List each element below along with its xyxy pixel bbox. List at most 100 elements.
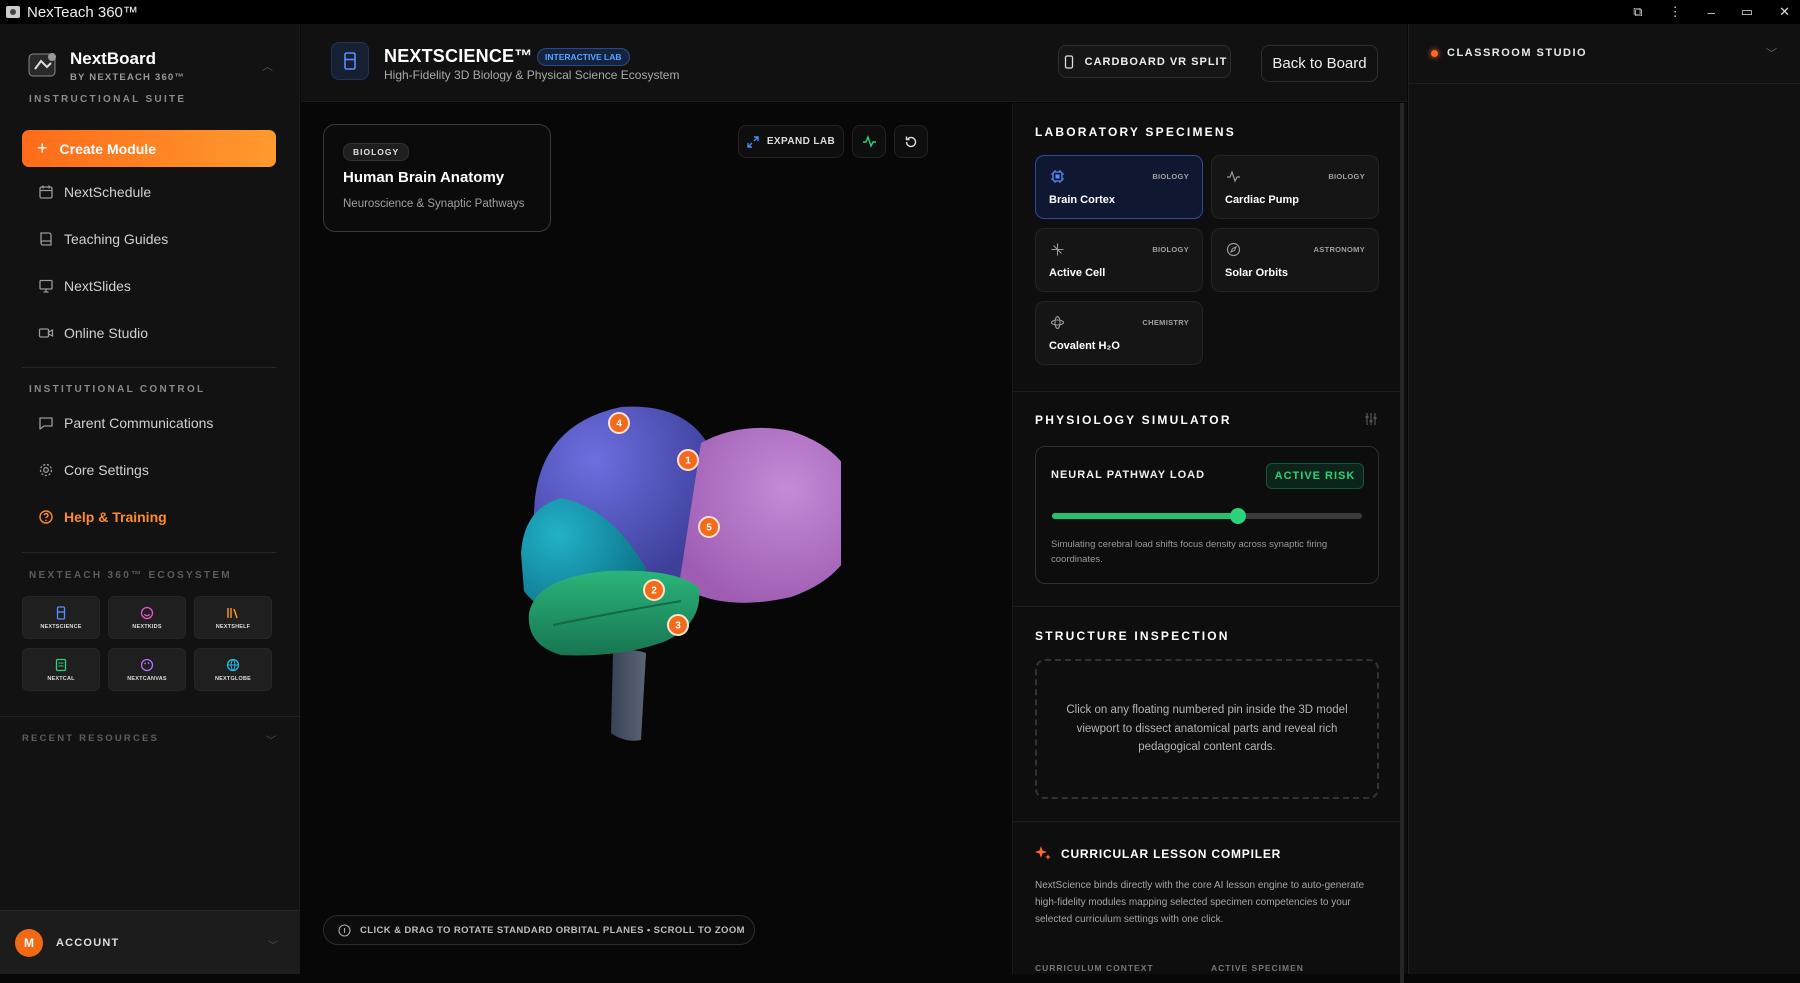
- minimize-icon[interactable]: –: [1708, 5, 1715, 20]
- ecosystem-tile-nextcal[interactable]: NEXTCAL: [22, 648, 100, 691]
- brainstem[interactable]: [611, 650, 646, 741]
- specimen-tile-cardiac-pump[interactable]: BIOLOGY Cardiac Pump: [1211, 155, 1379, 219]
- back-to-board-button[interactable]: Back to Board: [1261, 45, 1378, 82]
- anatomy-pin-4[interactable]: 4: [608, 412, 630, 434]
- status-badge: ACTIVE RISK: [1266, 463, 1364, 489]
- specimen-name: Human Brain Anatomy: [343, 169, 505, 186]
- expand-lab-label: EXPAND LAB: [766, 136, 836, 147]
- create-module-button[interactable]: + Create Module: [22, 130, 276, 167]
- anatomy-pin-3[interactable]: 3: [667, 614, 689, 636]
- ecosystem-tile-nextshelf[interactable]: NEXTSHELF: [194, 596, 272, 639]
- brand-subtitle: BY NEXTEACH 360™: [70, 72, 186, 83]
- specimen-panel: LABORATORY SPECIMENS BIOLOGY Brain Corte…: [1012, 103, 1407, 983]
- classroom-studio-header[interactable]: CLASSROOM STUDIO ﹀: [1409, 24, 1800, 84]
- ecosystem-label: NEXTSCIENCE: [40, 623, 82, 630]
- beaker-icon: [56, 605, 66, 620]
- chevron-down-icon[interactable]: ﹀: [266, 732, 276, 747]
- slider-thumb[interactable]: [1230, 508, 1246, 524]
- specimen-tile-brain-cortex[interactable]: BIOLOGY Brain Cortex: [1035, 155, 1203, 219]
- scrollbar[interactable]: [1400, 103, 1404, 983]
- sidebar-item-online-studio[interactable]: Online Studio: [38, 325, 148, 341]
- sidebar-item-nextslides[interactable]: NextSlides: [38, 278, 131, 294]
- ecosystem-tile-nextscience[interactable]: NEXTSCIENCE: [22, 596, 100, 639]
- curriculum-context-label: CURRICULUM CONTEXT: [1035, 963, 1154, 973]
- physio-description: Simulating cerebral load shifts focus de…: [1051, 539, 1328, 565]
- anatomy-pin-5[interactable]: 5: [698, 516, 720, 538]
- pin-number: 4: [616, 419, 622, 430]
- ecosystem-tile-nextglobe[interactable]: NEXTGLOBE: [194, 648, 272, 691]
- specimen-tile-active-cell[interactable]: BIOLOGY Active Cell: [1035, 228, 1203, 292]
- sidebar-item-parent-communications[interactable]: Parent Communications: [38, 415, 213, 431]
- classroom-studio-title: CLASSROOM STUDIO: [1447, 47, 1588, 59]
- cardboard-vr-button[interactable]: CARDBOARD VR SPLIT: [1058, 45, 1231, 78]
- specimen-tile-name: Active Cell: [1049, 267, 1106, 279]
- divider: [1013, 391, 1400, 392]
- specimen-tile-covalent-h2o[interactable]: CHEMISTRY Covalent H₂O: [1035, 301, 1203, 365]
- atom-icon: [1050, 315, 1065, 330]
- reset-view-button[interactable]: [894, 125, 928, 158]
- specimen-info-card: BIOLOGY Human Brain Anatomy Neuroscience…: [323, 124, 551, 232]
- window-title: NexTeach 360™: [27, 3, 138, 21]
- interactive-lab-badge: INTERACTIVE LAB: [537, 48, 630, 66]
- anatomy-pin-2[interactable]: 2: [643, 579, 665, 601]
- neural-load-slider[interactable]: [1052, 508, 1362, 524]
- active-specimen-label: ACTIVE SPECIMEN: [1211, 963, 1304, 973]
- close-icon[interactable]: ✕: [1779, 4, 1790, 20]
- sidebar-item-label: Online Studio: [64, 325, 149, 341]
- page-subtitle: High-Fidelity 3D Biology & Physical Scie…: [384, 68, 680, 82]
- ecosystem-tile-nextkids[interactable]: NEXTKIDS: [108, 596, 186, 639]
- ecosystem-tile-nextcanvas[interactable]: NEXTCANVAS: [108, 648, 186, 691]
- plus-icon: +: [37, 138, 48, 158]
- specimen-tag: CHEMISTRY: [1142, 318, 1189, 327]
- message-icon: [39, 417, 53, 430]
- info-icon: [338, 923, 351, 937]
- brand-name: NextBoard: [70, 49, 156, 68]
- expand-lab-button[interactable]: EXPAND LAB: [738, 125, 844, 158]
- brain-3d-model[interactable]: 1 2 3 4 5: [441, 363, 841, 763]
- slider-fill: [1052, 513, 1238, 519]
- sidebar-item-label: Core Settings: [64, 462, 149, 478]
- model-viewport[interactable]: BIOLOGY Human Brain Anatomy Neuroscience…: [301, 103, 1011, 974]
- ecosystem-label: NEXTGLOBE: [214, 675, 252, 682]
- section-label-instructional: INSTRUCTIONAL SUITE: [29, 94, 187, 105]
- specimen-tag: BIOLOGY: [1152, 172, 1189, 181]
- sidebar-item-label: NextSlides: [64, 278, 131, 294]
- specimen-tag: BIOLOGY: [1328, 172, 1365, 181]
- create-module-label: Create Module: [59, 140, 156, 157]
- section-label-ecosystem: NEXTEACH 360™ ECOSYSTEM: [29, 570, 232, 581]
- parietal-lobe[interactable]: [679, 427, 841, 603]
- vr-button-label: CARDBOARD VR SPLIT: [1084, 55, 1228, 68]
- divider: [1013, 821, 1400, 822]
- pulse-toggle-button[interactable]: [852, 125, 886, 158]
- category-tag: BIOLOGY: [343, 143, 410, 161]
- pin-number: 5: [706, 523, 712, 534]
- brand[interactable]: NextBoard BY NEXTEACH 360™: [26, 49, 185, 83]
- sidebar-item-core-settings[interactable]: Core Settings: [38, 462, 149, 478]
- compass-icon: [1226, 242, 1241, 257]
- chevron-down-icon[interactable]: ﹀: [1766, 45, 1777, 61]
- sparkle-icon: [1051, 243, 1064, 256]
- recent-resources-toggle[interactable]: RECENT RESOURCES: [22, 733, 159, 744]
- specimen-subtitle: Neuroscience & Synaptic Pathways: [343, 198, 525, 210]
- section-title-specimens: LABORATORY SPECIMENS: [1035, 125, 1236, 139]
- physiology-simulator-card: NEURAL PATHWAY LOAD ACTIVE RISK Simulati…: [1035, 446, 1379, 584]
- specimen-tag: BIOLOGY: [1152, 245, 1189, 254]
- sidebar-item-help-training[interactable]: Help & Training: [38, 509, 167, 525]
- chevron-up-icon[interactable]: ︿: [262, 58, 273, 74]
- restore-window-icon[interactable]: ⧉: [1633, 4, 1642, 20]
- more-options-icon[interactable]: ⋮: [1669, 4, 1682, 20]
- hint-text: CLICK & DRAG TO ROTATE STANDARD ORBITAL …: [360, 924, 745, 936]
- sidebar-item-teaching-guides[interactable]: Teaching Guides: [38, 231, 168, 247]
- sliders-icon[interactable]: [1364, 412, 1378, 426]
- physio-label: NEURAL PATHWAY LOAD: [1051, 469, 1206, 481]
- nextscience-logo: [331, 42, 369, 80]
- interaction-hint: CLICK & DRAG TO ROTATE STANDARD ORBITAL …: [323, 915, 755, 945]
- account-menu[interactable]: M ACCOUNT ﹀: [0, 910, 300, 974]
- maximize-icon[interactable]: ▭: [1741, 4, 1753, 20]
- compiler-description: NextScience binds directly with the core…: [1035, 880, 1365, 925]
- anatomy-pin-1[interactable]: 1: [677, 449, 699, 471]
- library-icon: [227, 607, 238, 618]
- specimen-tile-solar-orbits[interactable]: ASTRONOMY Solar Orbits: [1211, 228, 1379, 292]
- sidebar: NextBoard BY NEXTEACH 360™ ︿ INSTRUCTION…: [0, 24, 300, 974]
- sidebar-item-nextschedule[interactable]: NextSchedule: [38, 184, 151, 200]
